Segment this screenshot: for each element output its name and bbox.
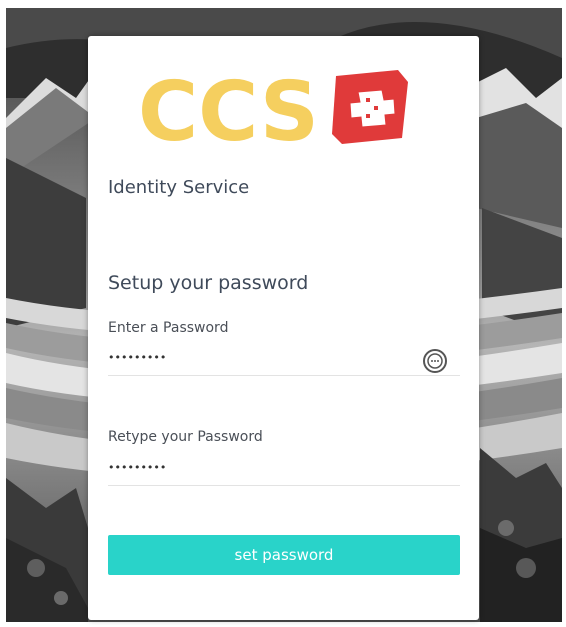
logo-text: CCS: [138, 65, 319, 152]
show-password-icon[interactable]: [422, 348, 448, 374]
retype-password-input[interactable]: [108, 461, 408, 474]
swiss-flag-icon: [332, 70, 408, 144]
service-title: Identity Service: [108, 177, 250, 198]
ccs-logo: CCS: [138, 65, 408, 152]
retype-password-underline: [108, 485, 460, 486]
password-label: Enter a Password: [108, 320, 229, 336]
form-heading: Setup your password: [108, 272, 309, 294]
login-card: CCS Identity Service Setup your password…: [88, 36, 479, 620]
set-password-button[interactable]: set password: [108, 535, 460, 575]
password-underline: [108, 375, 460, 376]
page-frame: CCS Identity Service Setup your password…: [0, 0, 566, 627]
retype-password-label: Retype your Password: [108, 429, 263, 445]
password-input[interactable]: [108, 351, 408, 364]
